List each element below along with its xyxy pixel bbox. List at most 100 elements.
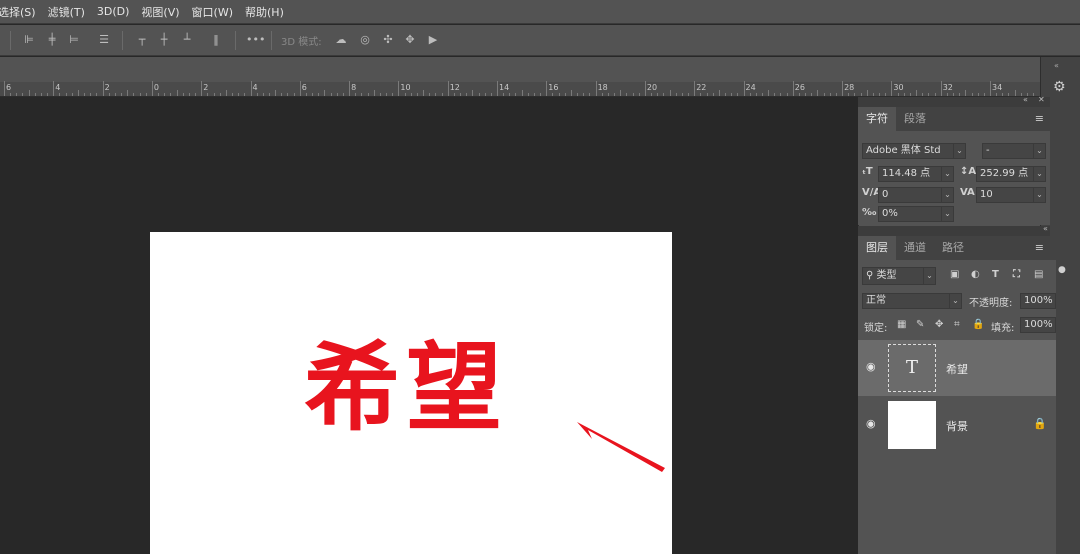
separator [235, 31, 236, 50]
filter-shape-icon[interactable]: ⛶ [1013, 269, 1020, 280]
ruler-minor-tick [145, 93, 147, 96]
ruler-major-tick [201, 81, 203, 96]
layer-name[interactable]: 希望 [946, 361, 968, 377]
vertical-scale-field[interactable]: 0% ⌄ [878, 206, 954, 222]
lock-all-icon[interactable]: 🔒 [972, 319, 984, 330]
font-size-field[interactable]: 114.48 点 ⌄ [878, 166, 954, 182]
ruler-minor-tick [287, 93, 289, 96]
ruler-minor-tick [533, 93, 535, 96]
ruler-minor-tick [903, 93, 905, 96]
ruler-major-tick [4, 81, 5, 96]
ruler-label: 4 [252, 83, 258, 92]
lock-image-icon[interactable]: ✎ [916, 319, 924, 330]
ruler-major-tick [349, 81, 351, 96]
layer-filter-select[interactable]: ⚲ 类型 ⌄ [862, 267, 936, 285]
properties-icon[interactable]: ⚙ [1053, 79, 1069, 95]
ruler-minor-tick [324, 90, 326, 96]
ruler-minor-tick [706, 93, 708, 96]
ruler-label: 24 [745, 83, 756, 92]
layer-row-text[interactable]: ◉ T 希望 [858, 340, 1056, 396]
ruler-label: 14 [499, 83, 510, 92]
tracking-field[interactable]: 10 ⌄ [976, 187, 1046, 203]
tab-layers[interactable]: 图层 [858, 236, 896, 260]
ruler-minor-tick [829, 93, 831, 96]
lock-artboard-icon[interactable]: ⌗ [954, 319, 960, 330]
3d-orbit-icon[interactable]: ☁ [334, 33, 348, 47]
lock-position-icon[interactable]: ✥ [935, 319, 943, 330]
font-size-value: 114.48 点 [882, 168, 931, 179]
menu-help[interactable]: 帮助(H) [239, 4, 290, 20]
document-text-layer[interactable]: 希望 [304, 340, 508, 436]
menu-3d[interactable]: 3D(D) [91, 5, 136, 18]
3d-roll-icon[interactable]: ◎ [358, 33, 372, 47]
kerning-field[interactable]: 0 ⌄ [878, 187, 954, 203]
panel-menu-icon[interactable]: ≡ [1035, 107, 1044, 131]
ruler-minor-tick [305, 93, 307, 96]
ruler-minor-tick [1002, 93, 1004, 96]
ruler-minor-tick [416, 93, 418, 96]
filter-type-icon[interactable]: T [992, 269, 999, 280]
distribute-icon[interactable]: ☰ [97, 33, 111, 47]
menu-select[interactable]: 选择(S) [0, 4, 42, 20]
ruler-minor-tick [823, 93, 825, 96]
ruler-major-tick [891, 81, 893, 96]
horizontal-ruler: 6 4 2 0 2 4 6 8 10 12 14 16 18 20 22 24 26 28 30 32 34 [0, 81, 1040, 97]
ruler-minor-tick [392, 93, 394, 96]
filter-pixel-icon[interactable]: ▣ [950, 269, 959, 280]
eye-icon[interactable]: ◉ [866, 418, 878, 429]
font-family-select[interactable]: Adobe 黑体 Std ⌄ [862, 143, 966, 159]
ruler-minor-tick [755, 93, 757, 96]
tab-channels[interactable]: 通道 [896, 236, 934, 260]
filter-toggle-icon[interactable]: ● [1058, 265, 1066, 275]
fill-field[interactable]: 100% [1020, 317, 1056, 333]
opacity-field[interactable]: 100% [1020, 293, 1056, 309]
leading-field[interactable]: 252.99 点 ⌄ [976, 166, 1046, 182]
ruler-minor-tick [108, 93, 110, 96]
ruler-minor-tick [188, 93, 190, 96]
layer-name[interactable]: 背景 [946, 418, 968, 434]
font-style-select[interactable]: - ⌄ [982, 143, 1046, 159]
align-top-icon[interactable]: ┬ [135, 33, 149, 47]
eye-icon[interactable]: ◉ [866, 361, 878, 372]
align-left-icon[interactable]: ⊫ [22, 33, 36, 47]
3d-pan-icon[interactable]: ✣ [381, 33, 395, 47]
3d-camera-icon[interactable]: ▶ [426, 33, 440, 47]
layer-row-background[interactable]: ◉ 背景 🔒 [858, 397, 1056, 453]
collapse-icon[interactable]: « [1023, 95, 1028, 104]
filter-smart-object-icon[interactable]: ▤ [1034, 269, 1043, 280]
panel-menu-icon[interactable]: ≡ [1035, 236, 1044, 260]
align-bottom-icon[interactable]: ┴ [180, 33, 194, 47]
ruler-minor-tick [768, 90, 770, 96]
ruler-minor-tick [577, 93, 579, 96]
search-icon: ⚲ [866, 270, 877, 281]
menu-window[interactable]: 窗口(W) [186, 4, 239, 20]
ruler-minor-tick [860, 93, 862, 96]
ruler-minor-tick [835, 93, 837, 96]
scale-icon: ‰ [862, 207, 877, 218]
distribute-vertical-icon[interactable]: ‖ [209, 33, 223, 47]
menu-view[interactable]: 视图(V) [135, 4, 185, 20]
filter-adjustment-icon[interactable]: ◐ [971, 269, 980, 280]
tab-paths[interactable]: 路径 [934, 236, 972, 260]
ruler-minor-tick [22, 93, 24, 96]
tab-character[interactable]: 字符 [858, 107, 896, 131]
close-icon[interactable]: ✕ [1038, 95, 1045, 104]
ruler-minor-tick [373, 90, 375, 96]
ruler-minor-tick [336, 93, 338, 96]
collapse-icon[interactable]: « [1054, 61, 1059, 70]
blend-mode-select[interactable]: 正常 ⌄ [862, 293, 962, 309]
filter-kind-value: 类型 [876, 270, 897, 281]
align-hcenter-icon[interactable]: ╪ [45, 33, 59, 47]
more-options-button[interactable]: ••• [246, 33, 265, 47]
ruler-minor-tick [761, 93, 763, 96]
tab-paragraph[interactable]: 段落 [896, 107, 934, 131]
lock-transparent-icon[interactable]: ▦ [897, 319, 906, 330]
ruler-minor-tick [40, 93, 42, 96]
menu-filter[interactable]: 滤镜(T) [42, 4, 91, 20]
align-vcenter-icon[interactable]: ┼ [157, 33, 171, 47]
align-right-icon[interactable]: ⊨ [67, 33, 81, 47]
3d-slide-icon[interactable]: ✥ [403, 33, 417, 47]
lock-label: 锁定: [864, 323, 888, 334]
collapse-icon[interactable]: « [1043, 224, 1048, 233]
ruler-minor-tick [466, 93, 468, 96]
